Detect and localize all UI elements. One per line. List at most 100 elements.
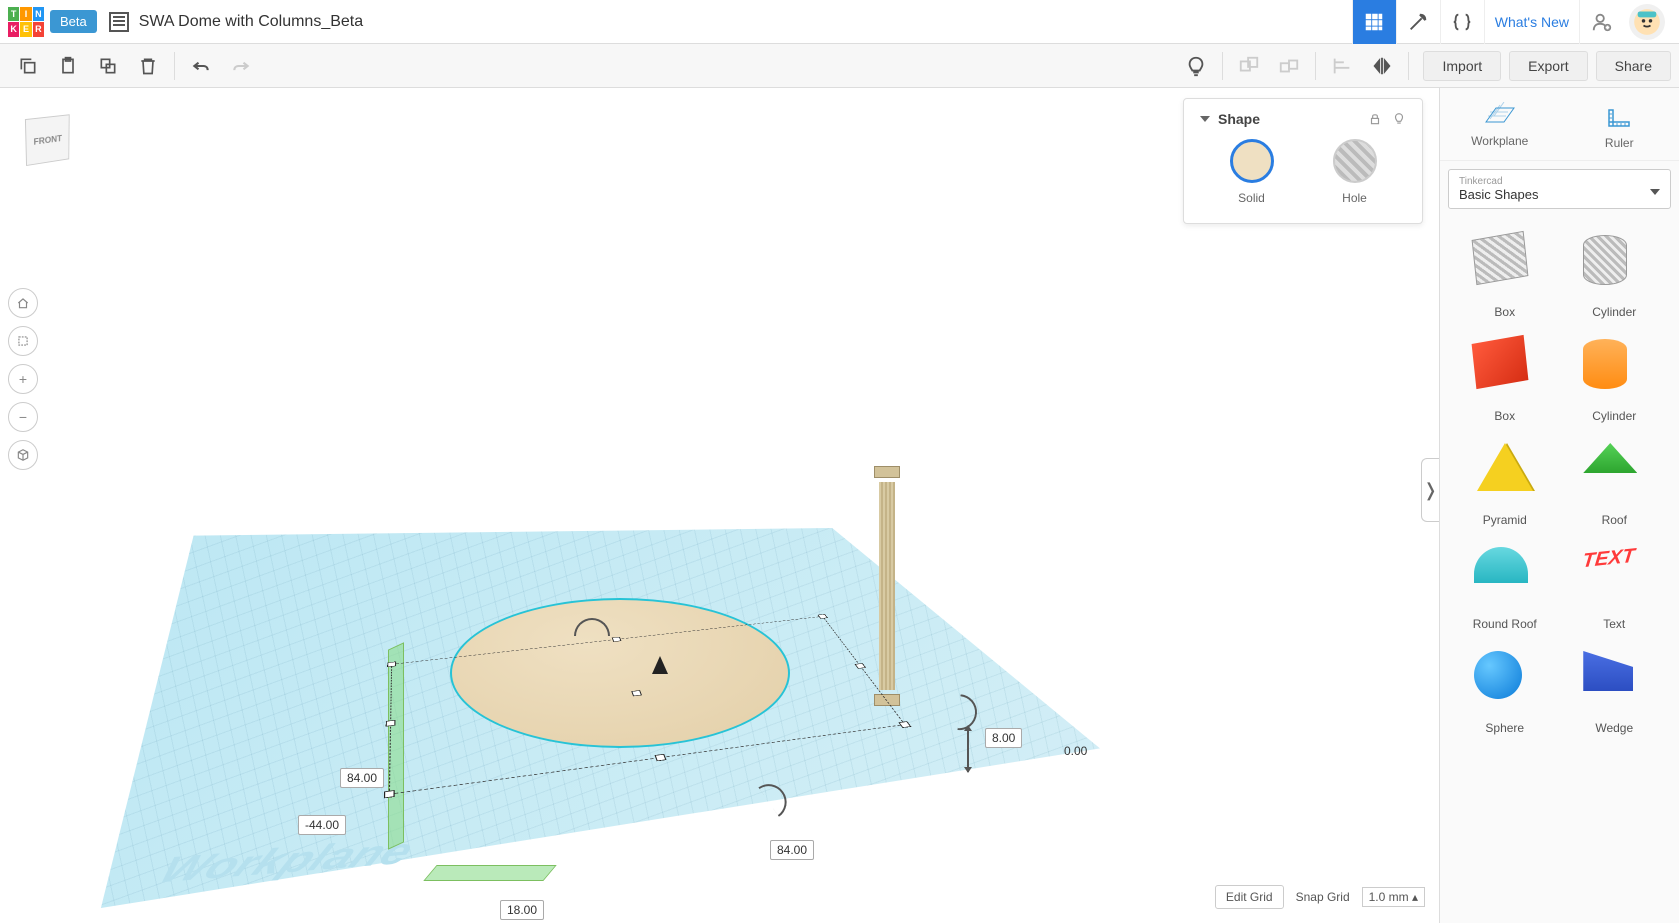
shape-text[interactable]: TEXT Text <box>1564 547 1666 631</box>
resize-handle[interactable] <box>386 720 396 727</box>
document-title[interactable]: SWA Dome with Columns_Beta <box>139 13 363 31</box>
delete-button[interactable] <box>130 48 166 84</box>
logo-letter: K <box>8 22 19 37</box>
share-button[interactable]: Share <box>1596 51 1671 81</box>
app-logo[interactable]: T I N K E R <box>8 7 44 37</box>
sidebar-collapse-handle[interactable]: ❭ <box>1421 458 1439 522</box>
shape-round-roof[interactable]: Round Roof <box>1454 547 1556 631</box>
dimension-offset-x[interactable]: -44.00 <box>298 815 346 835</box>
snap-grid-label: Snap Grid <box>1296 890 1350 904</box>
logo-letter: T <box>8 7 19 22</box>
ungroup-icon <box>1278 55 1300 77</box>
shape-label: Round Roof <box>1473 617 1537 631</box>
align-button[interactable] <box>1324 48 1360 84</box>
copy-button[interactable] <box>10 48 46 84</box>
shape-pyramid[interactable]: Pyramid <box>1454 443 1556 527</box>
logo-letter: R <box>33 22 44 37</box>
app-header: T I N K E R Beta SWA Dome with Columns_B… <box>0 0 1679 44</box>
braces-icon <box>1451 11 1473 33</box>
shape-properties-panel: Shape Solid Hole <box>1183 98 1423 224</box>
height-dimension-arrow[interactable] <box>967 726 969 772</box>
visibility-button[interactable] <box>1178 48 1214 84</box>
height-arrow-icon[interactable] <box>652 656 668 674</box>
hole-label: Hole <box>1342 191 1367 205</box>
edit-grid-button[interactable]: Edit Grid <box>1215 885 1284 909</box>
shape-roof[interactable]: Roof <box>1564 443 1666 527</box>
group-button[interactable] <box>1231 48 1267 84</box>
edit-toolbar: Import Export Share <box>0 44 1679 88</box>
workplane-icon <box>1484 102 1516 128</box>
shape-wedge[interactable]: Wedge <box>1564 651 1666 735</box>
shape-sphere[interactable]: Sphere <box>1454 651 1556 735</box>
user-add-icon <box>1591 11 1613 33</box>
shape-cylinder[interactable]: Cylinder <box>1564 339 1666 423</box>
shape-label: Text <box>1603 617 1625 631</box>
canvas[interactable]: FRONT + − Workplane <box>0 88 1439 923</box>
dimension-height[interactable]: 8.00 <box>985 728 1022 748</box>
grid-icon <box>1363 11 1385 33</box>
redo-icon <box>231 56 251 76</box>
duplicate-button[interactable] <box>90 48 126 84</box>
mode-code-button[interactable] <box>1440 0 1484 44</box>
shape-hole-option[interactable]: Hole <box>1333 139 1377 205</box>
align-icon <box>1331 55 1353 77</box>
ruler-icon <box>1605 102 1633 130</box>
center-handle[interactable] <box>631 690 642 696</box>
undo-button[interactable] <box>183 48 219 84</box>
workplane-tool[interactable]: Workplane <box>1440 88 1560 160</box>
chevron-down-icon[interactable] <box>1200 116 1210 122</box>
dimension-depth[interactable]: 84.00 <box>770 840 814 860</box>
ruler-horizontal[interactable] <box>423 865 556 881</box>
shape-box-hole[interactable]: Box <box>1454 235 1556 319</box>
dimension-width[interactable]: 84.00 <box>340 768 384 788</box>
dimension-z[interactable]: 0.00 <box>1058 742 1093 760</box>
shape-library-grid: Box Cylinder Box Cylinder Pyramid Roof R… <box>1440 217 1679 923</box>
roof-icon <box>1583 443 1637 473</box>
shape-label: Box <box>1494 305 1515 319</box>
text-icon: TEXT <box>1582 544 1647 573</box>
mode-blocks-button[interactable] <box>1396 0 1440 44</box>
mode-design-button[interactable] <box>1352 0 1396 44</box>
column-shape[interactable] <box>874 466 900 706</box>
beta-badge: Beta <box>50 10 97 33</box>
paste-button[interactable] <box>50 48 86 84</box>
copy-icon <box>18 56 38 76</box>
account-button[interactable] <box>1579 0 1623 44</box>
avatar-icon <box>1633 8 1661 36</box>
shape-solid-option[interactable]: Solid <box>1230 139 1274 205</box>
round-roof-icon <box>1474 547 1528 583</box>
box-hole-icon <box>1471 231 1528 285</box>
logo-letter: N <box>33 7 44 22</box>
mirror-button[interactable] <box>1364 48 1400 84</box>
shape-library-select[interactable]: Tinkercad Basic Shapes <box>1448 169 1671 209</box>
shapes-sidebar: Workplane Ruler Tinkercad Basic Shapes B… <box>1439 88 1679 923</box>
mirror-icon <box>1371 55 1393 77</box>
ungroup-button[interactable] <box>1271 48 1307 84</box>
shape-label: Sphere <box>1485 721 1524 735</box>
shape-label: Box <box>1494 409 1515 423</box>
pickaxe-icon <box>1407 11 1429 33</box>
resize-handle[interactable] <box>387 662 396 668</box>
dimension-offset-y[interactable]: 18.00 <box>500 900 544 920</box>
lightbulb-icon[interactable] <box>1392 112 1406 126</box>
shape-cylinder-hole[interactable]: Cylinder <box>1564 235 1666 319</box>
cylinder-hole-icon <box>1583 235 1627 285</box>
logo-letter: E <box>20 22 31 37</box>
trash-icon <box>138 56 158 76</box>
snap-grid-select[interactable]: 1.0 mm ▴ <box>1362 887 1425 907</box>
solid-swatch-icon <box>1230 139 1274 183</box>
export-button[interactable]: Export <box>1509 51 1587 81</box>
logo-letter: I <box>20 7 31 22</box>
shape-label: Roof <box>1602 513 1627 527</box>
ruler-tool[interactable]: Ruler <box>1560 88 1679 160</box>
ruler-tool-label: Ruler <box>1605 136 1634 150</box>
document-icon <box>109 12 129 32</box>
import-button[interactable]: Import <box>1423 51 1501 81</box>
redo-button[interactable] <box>223 48 259 84</box>
resize-handle[interactable] <box>655 754 667 761</box>
resize-handle[interactable] <box>612 637 622 642</box>
user-avatar[interactable] <box>1629 4 1665 40</box>
whats-new-link[interactable]: What's New <box>1484 0 1579 44</box>
shape-box[interactable]: Box <box>1454 339 1556 423</box>
lock-icon[interactable] <box>1368 112 1382 126</box>
